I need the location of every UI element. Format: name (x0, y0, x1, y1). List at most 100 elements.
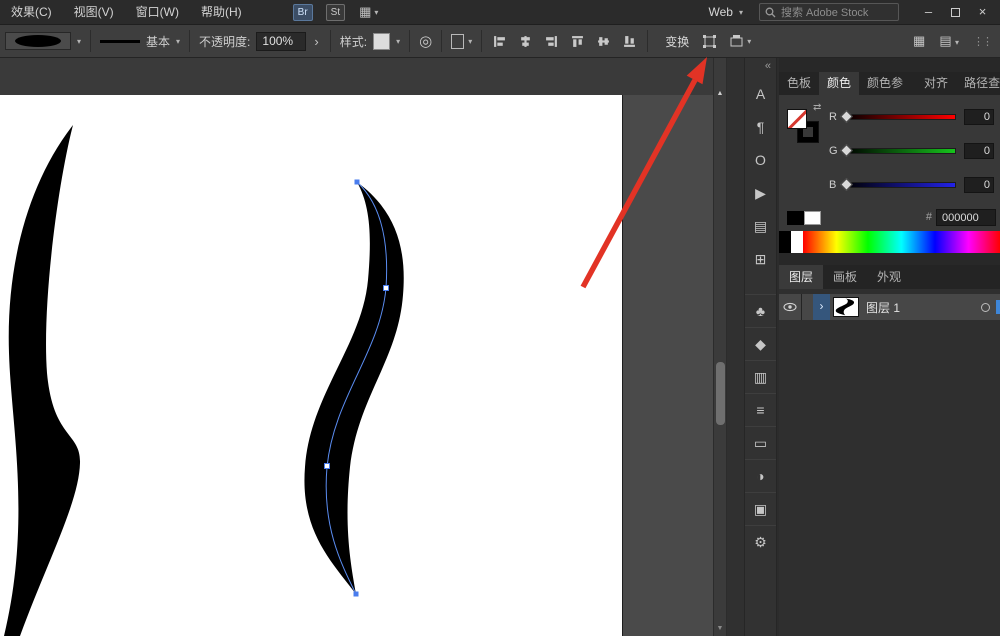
separator (189, 30, 190, 52)
eye-icon (783, 302, 797, 312)
caret-down-icon: ▾ (747, 37, 751, 46)
caret-down-icon: ▾ (176, 37, 180, 46)
swoosh-shape-left[interactable] (4, 125, 80, 636)
panel-stack-button[interactable]: ▤ ▾ (939, 33, 959, 49)
green-channel-row: G 0 (829, 145, 994, 157)
spectrum-black-swatch[interactable] (779, 231, 791, 253)
restore-button[interactable] (942, 0, 969, 24)
visibility-toggle[interactable] (779, 302, 801, 312)
anchor-point[interactable] (355, 180, 360, 185)
blue-value-input[interactable]: 0 (964, 177, 994, 193)
expand-layer-icon[interactable]: › (813, 294, 830, 320)
menu-help[interactable]: 帮助(H) (190, 0, 253, 24)
tab-artboards[interactable]: 画板 (823, 265, 867, 289)
layer-row[interactable]: › 图层 1 (779, 294, 1000, 320)
spectrum-white-swatch[interactable] (791, 231, 803, 253)
brushes-panel-button[interactable]: ◆ (745, 327, 776, 360)
brush-definition-dropdown[interactable]: 基本 ▾ (100, 33, 180, 50)
actions-panel-button[interactable]: ▶ (745, 177, 776, 210)
character-panel-button[interactable]: A (745, 78, 776, 111)
menu-view[interactable]: 视图(V) (63, 0, 125, 24)
recolor-artwork-button[interactable]: ◎ (419, 32, 432, 50)
layer-name[interactable]: 图层 1 (866, 299, 900, 316)
workspace-label: Web (709, 5, 733, 19)
anchor-point[interactable] (325, 464, 330, 469)
collapse-panels-icon[interactable]: « (765, 60, 771, 72)
stroke-panel-button[interactable]: ≡ (745, 393, 776, 426)
tab-color[interactable]: 颜色 (819, 72, 859, 95)
color-spectrum-bar[interactable] (779, 231, 1000, 253)
blue-slider[interactable] (844, 182, 956, 188)
spectrum-rainbow[interactable] (803, 231, 1000, 253)
scroll-down-icon[interactable]: ▼ (714, 625, 726, 632)
transform-panel-button[interactable]: ⊞ (745, 243, 776, 276)
anchor-point[interactable] (354, 592, 359, 597)
align-center-horizontal-button[interactable] (517, 33, 534, 50)
separator (647, 30, 648, 52)
export-panel-button[interactable]: ▤ (745, 210, 776, 243)
workspace-dropdown[interactable]: Web ▾ (709, 5, 743, 19)
tab-align[interactable]: 对齐 (916, 72, 956, 95)
arrange-documents-button[interactable]: ▦ ▾ (359, 4, 378, 20)
paragraph-panel-button[interactable]: ¶ (745, 111, 776, 144)
opentype-panel-button[interactable]: O (745, 144, 776, 177)
green-slider[interactable] (844, 148, 956, 154)
width-profile-dropdown[interactable] (5, 32, 71, 50)
tab-swatches[interactable]: 色板 (779, 72, 819, 95)
scroll-up-icon[interactable]: ▲ (714, 90, 726, 97)
align-center-vertical-button[interactable] (595, 33, 612, 50)
graphic-style-swatch[interactable] (373, 33, 390, 50)
artboards-panel-button[interactable]: ▣ (745, 492, 776, 525)
canvas[interactable] (0, 58, 713, 636)
vertical-scrollbar[interactable]: ▲ ▼ (713, 58, 727, 636)
align-top-icon (571, 35, 584, 48)
workspace: ▲ ▼ « A ¶ O ▶ ▤ ⊞ ♣ ◆ ▥ ≡ ▭ ◑ ▣ (0, 58, 1000, 636)
anchor-point[interactable] (384, 286, 389, 291)
green-value-input[interactable]: 0 (964, 143, 994, 159)
control-bar: ▾ 基本 ▾ 不透明度: 100% › 样式: ▾ ◎ ▾ (0, 24, 1000, 58)
column-divider (801, 294, 802, 320)
fill-swatch-none[interactable] (787, 109, 807, 129)
align-bottom-button[interactable] (621, 33, 638, 50)
opacity-input[interactable]: 100% (256, 32, 306, 51)
graph-panel-button[interactable]: ▥ (745, 360, 776, 393)
bounding-box-button[interactable] (699, 32, 720, 51)
menu-bar: 效果(C) 视图(V) 窗口(W) 帮助(H) Br St ▦ ▾ Web ▾ … (0, 0, 1000, 24)
tab-color-guide[interactable]: 颜色参 (859, 72, 911, 95)
menu-effect[interactable]: 效果(C) (0, 0, 63, 24)
hex-value-input[interactable]: 000000 (936, 209, 996, 226)
transparency-panel-button[interactable]: ◑ (745, 459, 776, 492)
swoosh-shape-right[interactable] (304, 182, 403, 594)
white-swatch[interactable] (804, 211, 821, 225)
tab-layers[interactable]: 图层 (779, 265, 823, 289)
swap-fill-stroke-icon[interactable]: ⇄ (813, 102, 821, 113)
minimize-button[interactable]: – (915, 0, 942, 24)
bridge-button[interactable]: Br (293, 4, 313, 21)
settings-panel-button[interactable]: ⚙ (745, 525, 776, 558)
document-setup-button[interactable]: ▾ (451, 34, 472, 49)
opacity-label: 不透明度: (199, 33, 250, 50)
opacity-options-button[interactable]: › (312, 34, 320, 49)
layer-thumbnail[interactable] (833, 297, 859, 317)
gradient-panel-button[interactable]: ▭ (745, 426, 776, 459)
adobe-stock-search-input[interactable]: 搜索 Adobe Stock (759, 3, 899, 21)
black-swatch[interactable] (787, 211, 804, 225)
symbols-panel-button[interactable]: ♣ (745, 294, 776, 327)
scrollbar-thumb[interactable] (716, 362, 725, 425)
stock-button[interactable]: St (326, 4, 345, 21)
transform-menu[interactable]: 变换 (661, 33, 693, 50)
red-slider[interactable] (844, 114, 956, 120)
isolate-icon (729, 34, 744, 49)
workspace-grid-icon[interactable]: ▦ (913, 33, 925, 49)
align-left-button[interactable] (491, 33, 508, 50)
align-top-button[interactable] (569, 33, 586, 50)
target-circle-icon[interactable] (981, 303, 990, 312)
isolate-options-button[interactable]: ▾ (726, 32, 754, 51)
red-value-input[interactable]: 0 (964, 109, 994, 125)
close-button[interactable]: × (969, 0, 996, 24)
artboard[interactable] (0, 95, 622, 636)
tab-appearance[interactable]: 外观 (867, 265, 911, 289)
menu-window[interactable]: 窗口(W) (125, 0, 190, 24)
tab-pathfinder[interactable]: 路径查 (956, 72, 1000, 95)
align-right-button[interactable] (543, 33, 560, 50)
